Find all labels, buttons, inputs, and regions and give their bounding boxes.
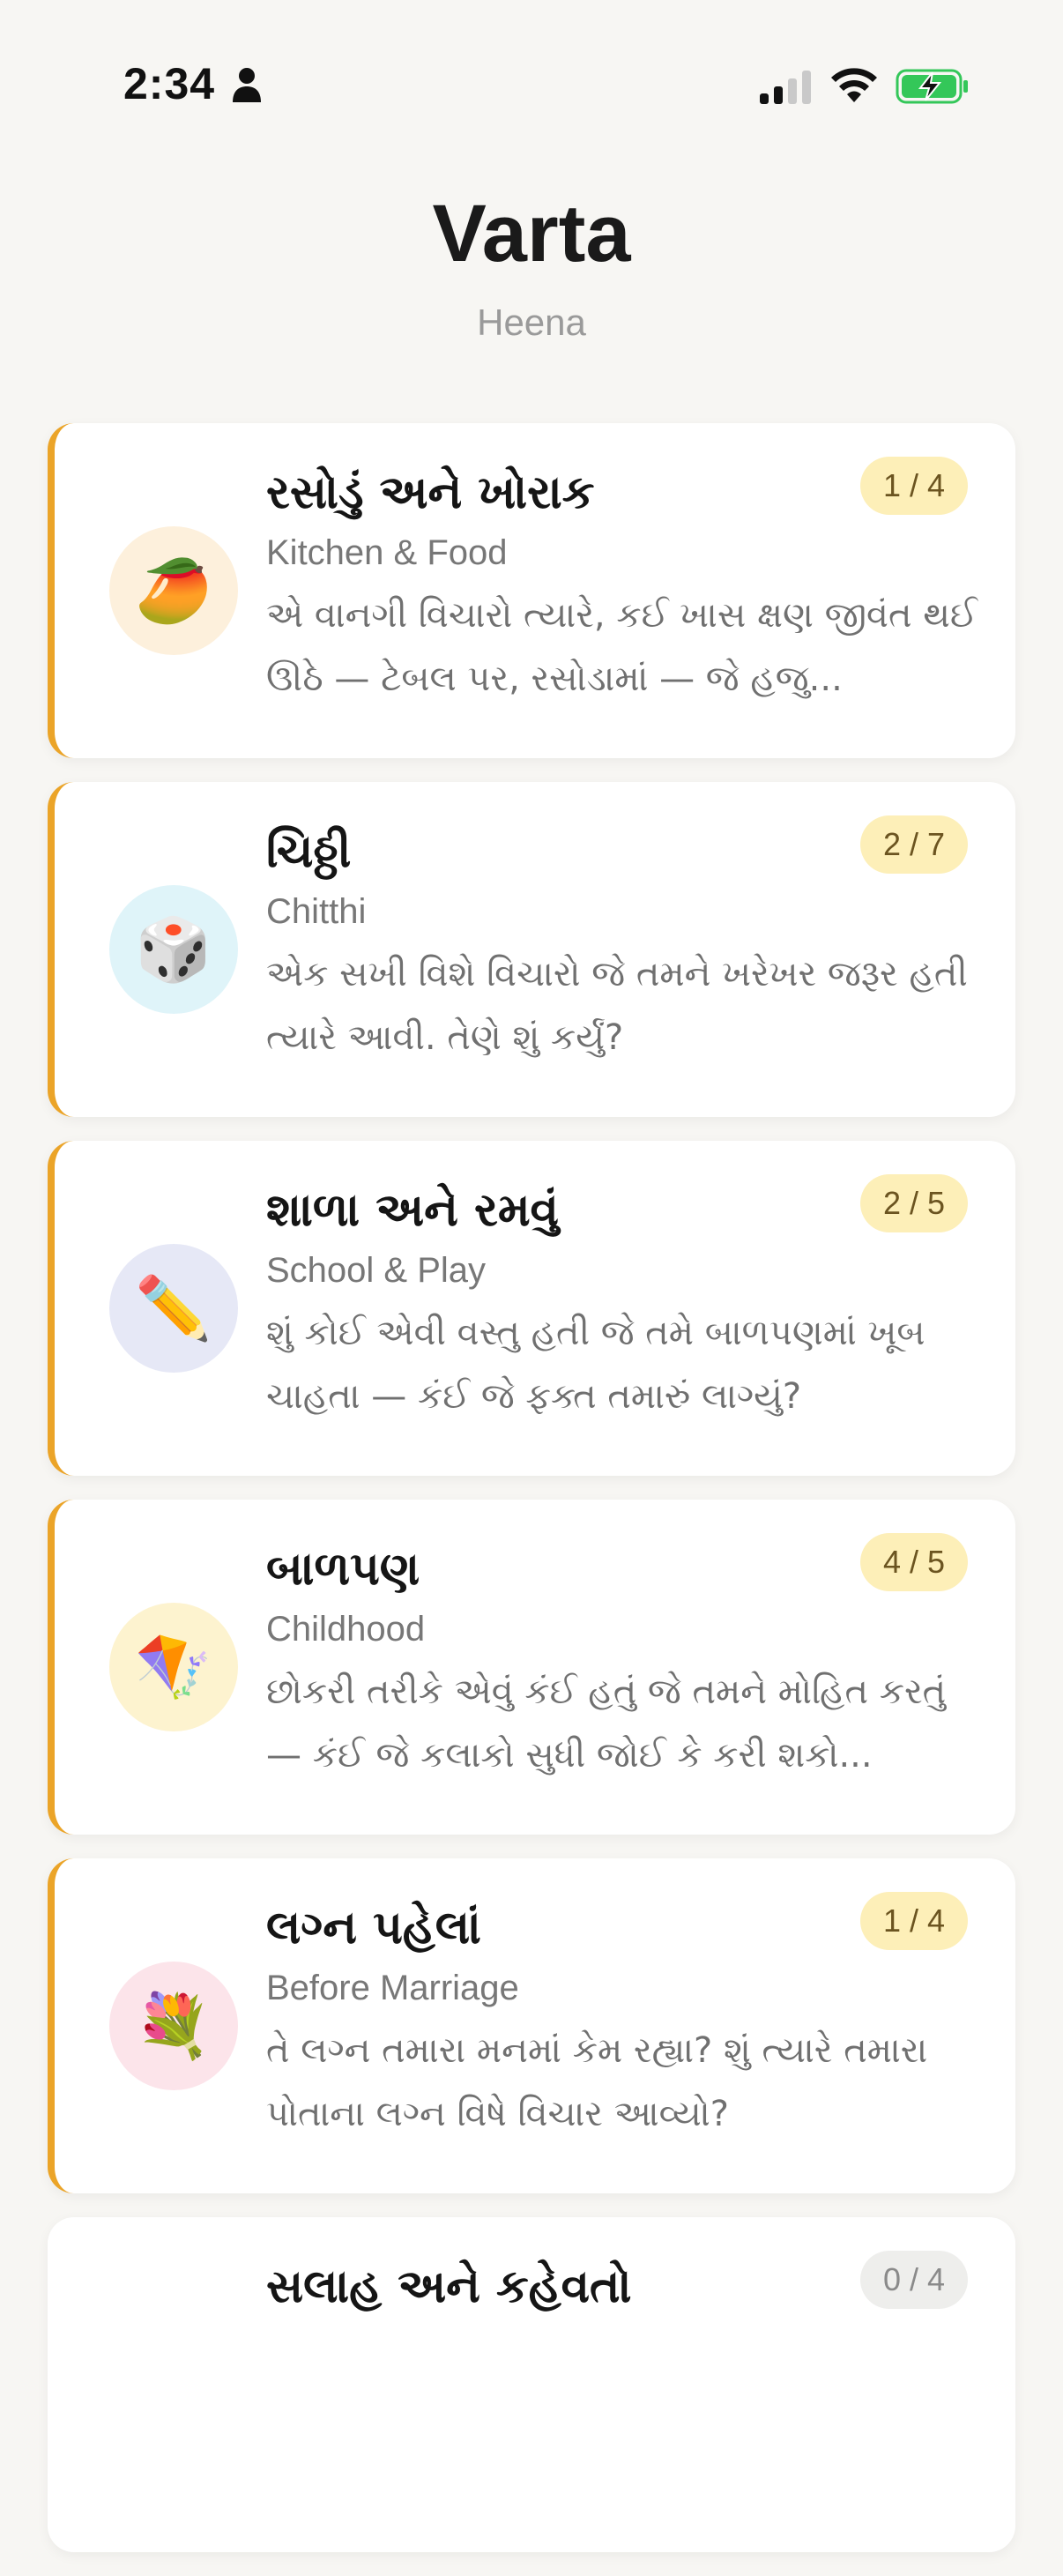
topic-description: એક સખી વિશે વિચારો જે તમને ખરેખર જરૂર હત… xyxy=(266,954,968,1058)
cellular-signal-icon xyxy=(760,71,811,104)
topic-icon-bg: 🎲 xyxy=(109,885,238,1014)
user-name: Heena xyxy=(477,302,586,343)
app-title: Varta xyxy=(432,189,631,279)
progress-badge: 4 / 5 xyxy=(859,1533,968,1591)
pencil-icon: ✏️ xyxy=(135,1271,212,1344)
mango-icon: 🥭 xyxy=(135,554,212,627)
topic-icon-bg: 🥭 xyxy=(109,526,238,655)
progress-badge: 2 / 7 xyxy=(859,815,968,874)
kite-icon: 🪁 xyxy=(135,1630,212,1703)
topic-card-before-marriage[interactable]: 💐 લગ્ન પહેલાં Before Marriage તે લગ્ન તમ… xyxy=(48,1858,1015,2193)
person-icon xyxy=(233,68,261,102)
topic-icon-bg: ✏️ xyxy=(109,1244,238,1373)
bouquet-icon: 💐 xyxy=(135,1989,212,2062)
topic-subtitle: Chitthi xyxy=(266,892,367,931)
topic-list: 🥭 રસોડું અને ખોરાક Kitchen & Food એ વાનગ… xyxy=(48,423,1015,2576)
status-bar: 2:34 xyxy=(0,0,1063,132)
topic-subtitle: Kitchen & Food xyxy=(266,533,508,572)
topic-subtitle: School & Play xyxy=(266,1251,487,1290)
topic-card-childhood[interactable]: 🪁 બાળપણ Childhood છોકરી તરીકે એવું કંઈ હ… xyxy=(48,1500,1015,1835)
topic-description: છોકરી તરીકે એવું કંઈ હતું જે તમને મોહિત … xyxy=(266,1671,947,1776)
progress-badge: 0 / 4 xyxy=(859,2251,968,2309)
dice-icon: 🎲 xyxy=(135,912,212,986)
battery-charging-icon xyxy=(896,69,968,104)
page-header: Varta Heena xyxy=(0,185,1063,346)
progress-badge: 2 / 5 xyxy=(859,1174,968,1232)
wifi-icon xyxy=(831,68,877,102)
topic-subtitle: Before Marriage xyxy=(266,1969,519,2007)
topic-card-advice-sayings[interactable]: સલાહ અને કહેવતો 0 / 4 xyxy=(48,2217,1015,2552)
status-time: 2:34 xyxy=(123,59,216,108)
topic-description: શું કોઈ એવી વસ્તુ હતી જે તમે બાળપણમાં ખૂ… xyxy=(266,1313,925,1417)
progress-badge: 1 / 4 xyxy=(859,457,968,515)
topic-description: તે લગ્ન તમારા મનમાં કેમ રહ્યા? શું ત્યાર… xyxy=(266,2030,928,2134)
topic-card-kitchen-food[interactable]: 🥭 રસોડું અને ખોરાક Kitchen & Food એ વાનગ… xyxy=(48,423,1015,758)
topic-subtitle: Childhood xyxy=(266,1610,426,1649)
topic-icon-bg: 🪁 xyxy=(109,1603,238,1731)
progress-badge: 1 / 4 xyxy=(859,1892,968,1950)
topic-description: એ વાનગી વિચારો ત્યારે, કઈ ખાસ ક્ષણ જીવંત… xyxy=(266,595,978,699)
topic-card-chitthi[interactable]: 🎲 ચિઠ્ઠી Chitthi એક સખી વિશે વિચારો જે ત… xyxy=(48,782,1015,1117)
topic-icon-bg: 💐 xyxy=(109,1962,238,2090)
topic-card-school-play[interactable]: ✏️ શાળા અને રમવું School & Play શું કોઈ … xyxy=(48,1141,1015,1476)
